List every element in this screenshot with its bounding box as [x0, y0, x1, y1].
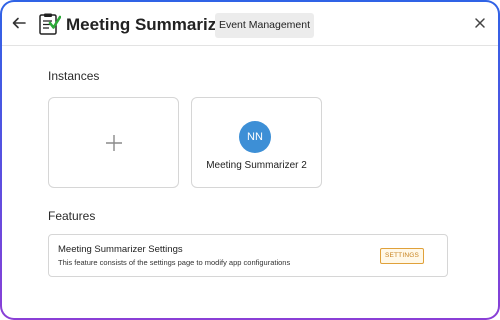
app-window: Meeting Summarizer Event Management Inst…: [2, 2, 498, 318]
header-bar: Meeting Summarizer Event Management: [2, 2, 498, 46]
feature-item: Meeting Summarizer Settings This feature…: [48, 234, 448, 277]
window-frame: Meeting Summarizer Event Management Inst…: [0, 0, 500, 320]
feature-name: Meeting Summarizer Settings: [58, 244, 183, 255]
close-icon: [475, 18, 485, 28]
instance-name: Meeting Summarizer 2: [206, 160, 307, 171]
add-instance-card[interactable]: [48, 97, 179, 188]
plus-icon: [105, 134, 123, 152]
instances-heading: Instances: [48, 69, 100, 83]
settings-button[interactable]: SETTINGS: [380, 248, 424, 264]
event-management-tag[interactable]: Event Management: [215, 13, 314, 38]
arrow-left-icon: [12, 17, 26, 29]
back-button[interactable]: [10, 14, 28, 32]
close-button[interactable]: [472, 15, 488, 31]
checklist-icon: [37, 12, 62, 36]
page-title: Meeting Summarizer: [66, 15, 233, 34]
instance-card[interactable]: NN Meeting Summarizer 2: [191, 97, 322, 188]
avatar: NN: [239, 121, 271, 153]
feature-description: This feature consists of the settings pa…: [58, 258, 291, 267]
features-heading: Features: [48, 209, 96, 223]
